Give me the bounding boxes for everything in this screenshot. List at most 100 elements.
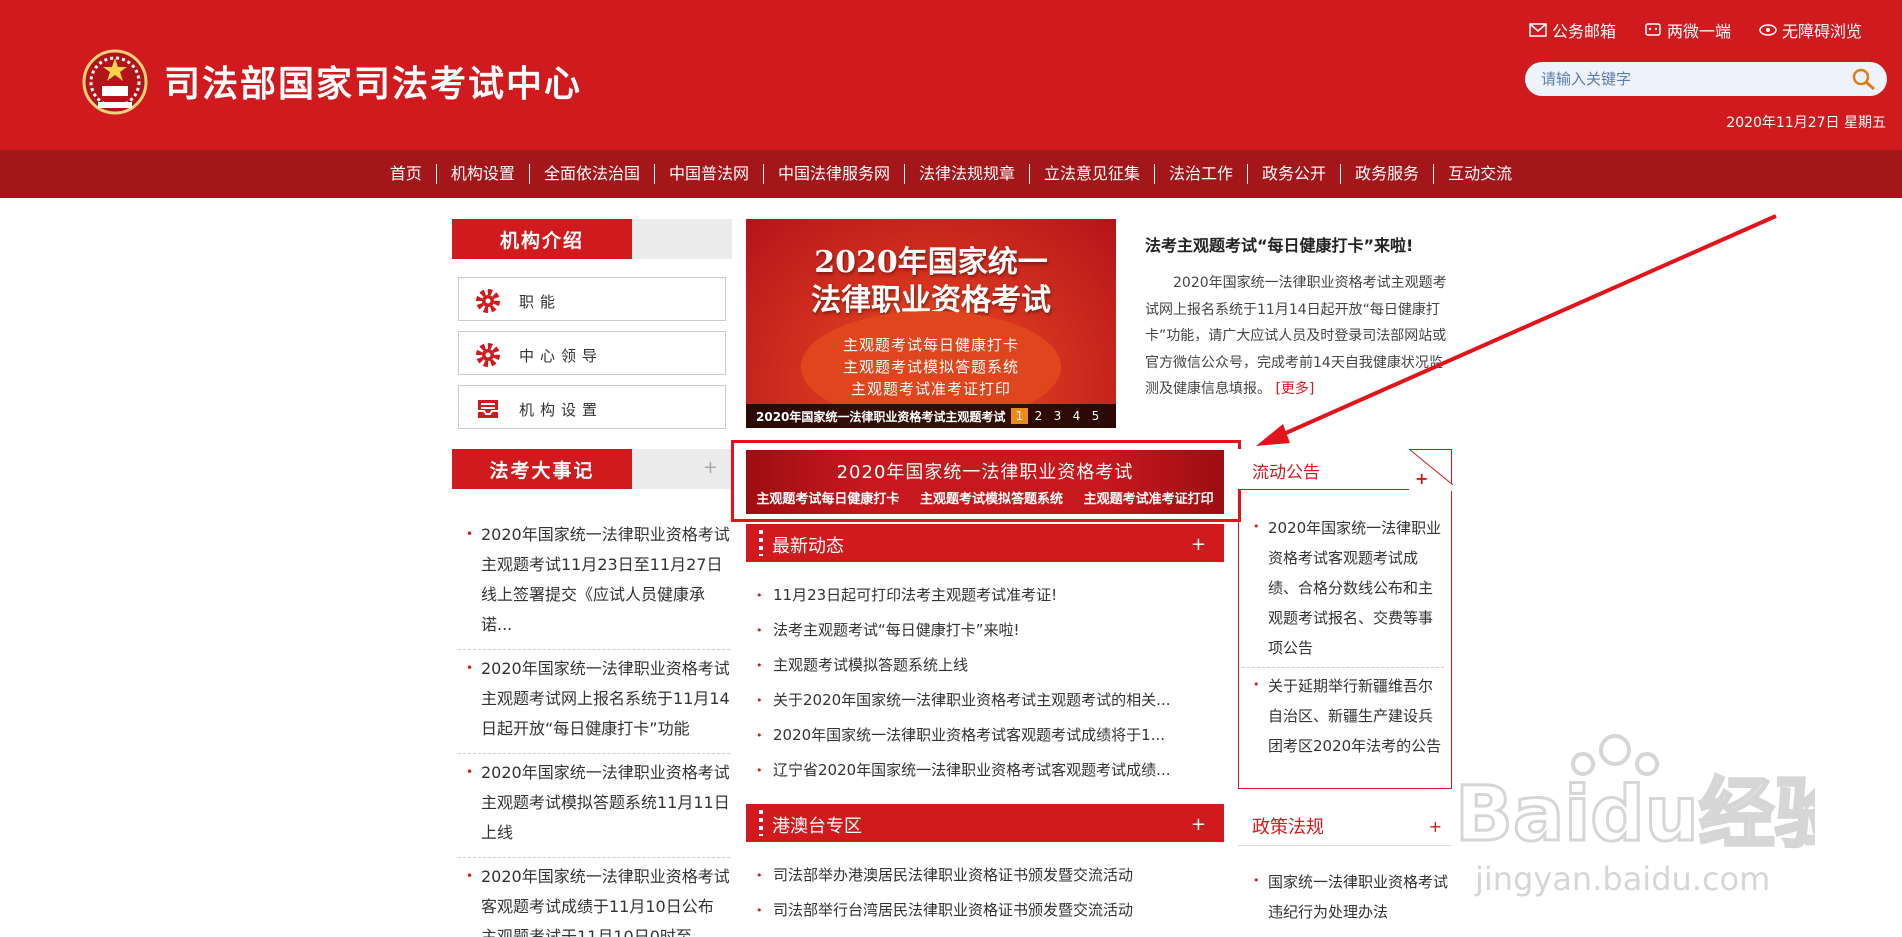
carousel-page-1[interactable]: 1: [1011, 408, 1028, 424]
more-link[interactable]: [更多]: [1275, 381, 1314, 397]
baidu-watermark: Baidu经验 jingyan.baidu.com: [1455, 734, 1815, 898]
list-item[interactable]: 关于延期举行新疆维吾尔自治区、新疆生产建设兵团考区2020年法考的公告: [1242, 668, 1444, 765]
site-header: 司法部国家司法考试中心 公务邮箱 两微一端 无障碍浏览 2020年11月27日 …: [0, 0, 1902, 150]
hero-carousel[interactable]: 2020年国家统一 法律职业资格考试 主观题考试每日健康打卡 主观题考试模拟答题…: [746, 219, 1116, 428]
list-item[interactable]: 国家统一法律职业资格考试违纪行为处理办法: [1242, 864, 1452, 931]
watermark-url: jingyan.baidu.com: [1474, 860, 1770, 898]
carousel-sub-line: 主观题考试每日健康打卡: [842, 336, 1019, 354]
hmt-zone-header[interactable]: 港澳台专区 +: [746, 804, 1224, 842]
carousel-sub-line: 主观题考试模拟答题系统: [842, 358, 1019, 376]
watermark-brand: Baidu经验: [1455, 769, 1815, 858]
carousel-page-4[interactable]: 4: [1068, 408, 1085, 424]
latest-news-more[interactable]: +: [1191, 534, 1206, 555]
top-links: 公务邮箱 两微一端 无障碍浏览: [1529, 18, 1862, 42]
latest-news-list: 11月23日起可打印法考主观题考试准考证! 法考主观题考试“每日健康打卡”来啦!…: [746, 578, 1224, 788]
notice-title[interactable]: 流动公告: [1252, 458, 1320, 483]
site-title[interactable]: 司法部国家司法考试中心: [164, 55, 582, 107]
list-item[interactable]: 2020年国家统一法律职业资格考试客观题考试成绩将于1...: [746, 718, 1224, 753]
national-emblem-icon: [82, 49, 148, 115]
org-intro-header: 机构介绍: [452, 219, 732, 259]
main-nav: 首页 机构设置 全面依法治国 中国普法网 中国法律服务网 法律法规规章 立法意见…: [0, 150, 1902, 198]
nav-rule-of-law[interactable]: 全面依法治国: [530, 164, 655, 184]
nav-legislative-opinions[interactable]: 立法意见征集: [1030, 164, 1156, 184]
banner-title: 2020年国家统一法律职业资格考试: [836, 462, 1134, 483]
latest-news-title: 最新动态: [772, 536, 844, 557]
nav-organization[interactable]: 机构设置: [437, 164, 530, 184]
latest-news-header[interactable]: 最新动态 +: [746, 524, 1224, 562]
major-events-title[interactable]: 法考大事记: [452, 449, 632, 489]
major-events-header: 法考大事记 +: [452, 449, 732, 489]
center-leaders-label: 中心领导: [519, 347, 604, 365]
org-functions-label: 职能: [519, 293, 562, 311]
list-item[interactable]: 司法部举办港澳居民法律职业资格证书颁发暨交流活动: [746, 858, 1224, 893]
org-structure-label: 机构设置: [519, 401, 604, 419]
banner-sub-admission: 主观题考试准考证打印: [1083, 492, 1214, 507]
major-events-more[interactable]: +: [703, 457, 718, 478]
notice-more[interactable]: +: [1415, 469, 1428, 488]
phone-icon: [1645, 23, 1661, 36]
headline-news-title[interactable]: 法考主观题考试“每日健康打卡”来啦!: [1145, 232, 1413, 256]
search-box: [1525, 62, 1887, 96]
carousel-caption-bar: 2020年国家统一法律职业资格考试主观题考试 1 2 3 4 5: [746, 404, 1116, 428]
carousel-sub-line: 主观题考试准考证打印: [850, 380, 1011, 398]
carousel-page-5[interactable]: 5: [1087, 408, 1104, 424]
hmt-zone-more[interactable]: +: [1191, 814, 1206, 835]
banner-sub-health: 主观题考试每日健康打卡: [756, 492, 900, 507]
search-icon[interactable]: [1851, 67, 1877, 91]
major-events-list: 2020年国家统一法律职业资格考试主观题考试11月23日至11月27日线上签署提…: [458, 516, 730, 937]
org-functions-button[interactable]: 职能: [458, 277, 726, 321]
mail-link[interactable]: 公务邮箱: [1529, 18, 1616, 42]
hmt-zone-list: 司法部举办港澳居民法律职业资格证书颁发暨交流活动 司法部举行台湾居民法律职业资格…: [746, 858, 1224, 928]
list-item[interactable]: 2020年国家统一法律职业资格考试主观题考试模拟答题系统11月11日上线: [458, 754, 730, 858]
list-item[interactable]: 2020年国家统一法律职业资格考试客观题考试成绩于11月10日公布 主观题考试于…: [458, 858, 730, 937]
list-item[interactable]: 2020年国家统一法律职业资格考试客观题考试成绩、合格分数线公布和主观题考试报名…: [1242, 510, 1444, 668]
carousel-page-2[interactable]: 2: [1030, 408, 1047, 424]
policy-list: 国家统一法律职业资格考试违纪行为处理办法: [1242, 864, 1452, 931]
carousel-page-3[interactable]: 3: [1049, 408, 1066, 424]
search-input[interactable]: [1541, 62, 1841, 96]
org-intro-title[interactable]: 机构介绍: [452, 219, 632, 259]
policy-title[interactable]: 政策法规: [1252, 813, 1324, 839]
list-item[interactable]: 11月23日起可打印法考主观题考试准考证!: [746, 578, 1224, 613]
nav-home[interactable]: 首页: [376, 164, 437, 184]
nav-legal-education[interactable]: 中国普法网: [655, 164, 764, 184]
carousel-pager: 1 2 3 4 5: [1011, 408, 1104, 424]
nav-legal-work[interactable]: 法治工作: [1155, 164, 1249, 184]
eye-icon: [1759, 24, 1777, 36]
accessibility-label: 无障碍浏览: [1781, 22, 1862, 41]
nav-legal-services[interactable]: 中国法律服务网: [764, 164, 905, 184]
list-item[interactable]: 2020年国家统一法律职业资格考试主观题考试网上报名系统于11月14日起开放“每…: [458, 650, 730, 754]
mail-icon: [1529, 23, 1547, 37]
policy-header: 政策法规 +: [1238, 806, 1452, 846]
nav-government-affairs[interactable]: 政务公开: [1248, 164, 1342, 184]
list-item[interactable]: 关于2020年国家统一法律职业资格考试主观题考试的相关...: [746, 683, 1224, 718]
headline-news-body: 2020年国家统一法律职业资格考试主观题考试网上报名系统于11月14日起开放“每…: [1145, 270, 1451, 403]
list-item[interactable]: 主观题考试模拟答题系统上线: [746, 648, 1224, 683]
header-dots-decoration: [759, 810, 763, 836]
center-leaders-button[interactable]: 中心领导: [458, 331, 726, 375]
org-structure-button[interactable]: 机构设置: [458, 385, 726, 429]
mail-link-label: 公务邮箱: [1551, 22, 1616, 41]
list-item[interactable]: 法考主观题考试“每日健康打卡”来啦!: [746, 613, 1224, 648]
headline-news-text: 2020年国家统一法律职业资格考试主观题考试网上报名系统于11月14日起开放“每…: [1145, 275, 1447, 397]
nav-government-services[interactable]: 政务服务: [1341, 164, 1435, 184]
wechat-weibo-app-link[interactable]: 两微一端: [1644, 18, 1731, 42]
hmt-zone-title: 港澳台专区: [772, 816, 862, 837]
gear-icon: [476, 343, 500, 367]
list-item[interactable]: 辽宁省2020年国家统一法律职业资格考试客观题考试成绩...: [746, 753, 1224, 788]
header-dots-decoration: [759, 530, 763, 556]
banner-subtitles: 主观题考试每日健康打卡 主观题考试模拟答题系统 主观题考试准考证打印: [746, 488, 1224, 507]
carousel-caption[interactable]: 2020年国家统一法律职业资格考试主观题考试: [756, 408, 1016, 425]
banner-sub-mock: 主观题考试模拟答题系统: [919, 492, 1063, 507]
nav-laws-regulations[interactable]: 法律法规规章: [905, 164, 1030, 184]
nav-interaction[interactable]: 互动交流: [1434, 164, 1526, 184]
list-item[interactable]: 2020年国家统一法律职业资格考试主观题考试11月23日至11月27日线上签署提…: [458, 516, 730, 650]
notice-list: 2020年国家统一法律职业资格考试客观题考试成绩、合格分数线公布和主观题考试报名…: [1242, 510, 1444, 765]
list-item[interactable]: 司法部举行台湾居民法律职业资格证书颁发暨交流活动: [746, 893, 1224, 928]
accessibility-link[interactable]: 无障碍浏览: [1759, 18, 1862, 42]
wechat-weibo-app-label: 两微一端: [1666, 22, 1731, 41]
inbox-icon: [478, 400, 498, 418]
policy-more[interactable]: +: [1429, 817, 1442, 836]
exam-banner[interactable]: 2020年国家统一法律职业资格考试 主观题考试每日健康打卡 主观题考试模拟答题系…: [746, 450, 1224, 514]
gear-icon: [476, 289, 500, 313]
